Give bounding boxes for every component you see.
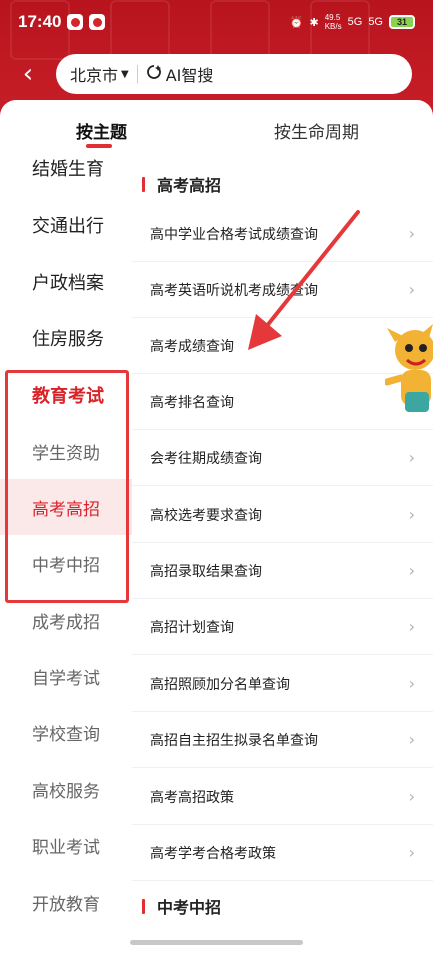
- signal-icon-2: 5G: [368, 16, 383, 28]
- subcategory-open-education[interactable]: 开放教育: [0, 874, 132, 930]
- section-title-gaokao: 高考高招: [142, 169, 221, 199]
- chevron-right-icon: ›: [408, 448, 415, 467]
- tab-by-lifecycle[interactable]: 按生命周期: [274, 118, 359, 143]
- section-marker: [142, 898, 145, 914]
- chevron-right-icon: ›: [408, 561, 415, 580]
- notification-app-icon: [67, 14, 84, 30]
- section-marker: [142, 176, 145, 192]
- service-label: 高考英语听说机考成绩查询: [150, 282, 318, 299]
- home-indicator[interactable]: [130, 940, 303, 945]
- chevron-right-icon: ›: [408, 787, 415, 806]
- search-row: ‹ 北京市 ▼ AI智搜: [0, 52, 433, 96]
- service-label: 高考学考合格考政策: [150, 845, 276, 862]
- service-row[interactable]: 高校选考要求查询 ›: [132, 487, 433, 543]
- chevron-down-icon: ▼: [121, 68, 129, 80]
- city-selector[interactable]: 北京市: [70, 62, 118, 86]
- service-row[interactable]: 高招照顾加分名单查询 ›: [132, 656, 433, 712]
- chevron-right-icon: ›: [408, 617, 415, 636]
- category-marriage[interactable]: 结婚生育: [0, 140, 132, 196]
- search-box[interactable]: 北京市 ▼ AI智搜: [56, 54, 412, 94]
- service-row[interactable]: 高中学业合格考试成绩查询 ›: [132, 206, 433, 262]
- mascot-image: [385, 324, 433, 412]
- chevron-right-icon: ›: [408, 280, 415, 299]
- subcategory-university-service[interactable]: 高校服务: [0, 761, 132, 817]
- service-list: 高考高招 高中学业合格考试成绩查询 › 高考英语听说机考成绩查询 › 高考成绩查询 ›…: [132, 152, 433, 953]
- chevron-right-icon: ›: [408, 843, 415, 862]
- service-label: 高考高招政策: [150, 789, 234, 806]
- subcategory-vocational-exam[interactable]: 职业考试: [0, 817, 132, 873]
- service-label: 高校选考要求查询: [150, 507, 262, 524]
- back-button[interactable]: ‹: [0, 52, 56, 96]
- ai-search-label: AI智搜: [165, 66, 214, 85]
- category-housing[interactable]: 住房服务: [0, 310, 132, 366]
- service-row[interactable]: 高招录取结果查询 ›: [132, 543, 433, 599]
- net-speed-unit: KB/s: [324, 22, 342, 31]
- service-row[interactable]: 高考学考合格考政策 ›: [132, 825, 433, 881]
- service-label: 高招录取结果查询: [150, 563, 262, 580]
- net-speed-value: 49.5: [324, 13, 341, 22]
- section-title-text: 中考中招: [157, 898, 222, 917]
- chevron-right-icon: ›: [408, 224, 415, 243]
- subcategory-school-query[interactable]: 学校查询: [0, 704, 132, 760]
- category-household[interactable]: 户政档案: [0, 254, 132, 310]
- annotation-highlight-box: [5, 370, 129, 603]
- signal-icon: 5G: [347, 16, 363, 28]
- ai-search-icon: [146, 64, 162, 84]
- status-time: 17:40: [18, 12, 62, 31]
- battery-icon: 31: [389, 15, 415, 29]
- service-label: 高招计划查询: [150, 619, 234, 636]
- service-row[interactable]: 高考英语听说机考成绩查询 ›: [132, 262, 433, 318]
- service-row[interactable]: 会考往期成绩查询 ›: [132, 430, 433, 486]
- service-label: 高招自主招生拟录名单查询: [150, 732, 318, 749]
- chevron-right-icon: ›: [408, 730, 415, 749]
- service-label: 高招照顾加分名单查询: [150, 676, 290, 693]
- service-row[interactable]: 高考高招政策 ›: [132, 769, 433, 825]
- divider: [136, 65, 138, 83]
- service-label: 会考往期成绩查询: [150, 450, 262, 467]
- category-transport[interactable]: 交通出行: [0, 197, 132, 253]
- chevron-right-icon: ›: [408, 505, 415, 524]
- section-title-zhongkao: 中考中招: [142, 891, 221, 921]
- chevron-right-icon: ›: [408, 674, 415, 693]
- service-label: 高考成绩查询: [150, 338, 234, 355]
- subcategory-self-study[interactable]: 自学考试: [0, 648, 132, 704]
- notification-app-icon-2: [89, 14, 106, 30]
- status-bar: 17:40 ⏰ ✱ 49.5 KB/s 5G 5G 31: [0, 0, 433, 44]
- service-label: 高中学业合格考试成绩查询: [150, 226, 318, 243]
- alarm-icon: ⏰: [289, 16, 304, 29]
- service-row[interactable]: 高招计划查询 ›: [132, 599, 433, 655]
- section-title-text: 高考高招: [157, 176, 222, 195]
- service-label: 高考排名查询: [150, 394, 234, 411]
- service-row[interactable]: 高招自主招生拟录名单查询 ›: [132, 712, 433, 768]
- bluetooth-icon: ✱: [309, 16, 319, 29]
